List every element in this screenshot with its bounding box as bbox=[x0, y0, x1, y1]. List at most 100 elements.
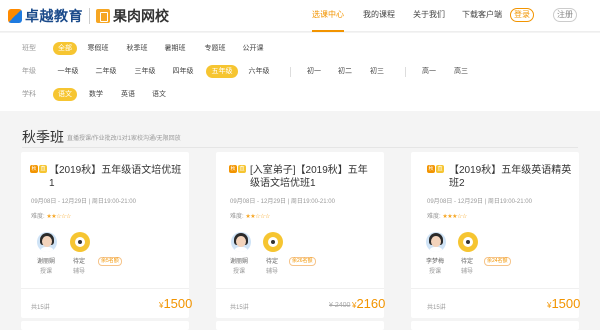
filter-label-class-type: 班型 bbox=[22, 45, 36, 52]
teacher-name: 谢丽娴 bbox=[37, 259, 56, 265]
course-title[interactable]: 【2019秋】五年级语文培优班1 bbox=[49, 164, 185, 190]
course-title[interactable]: [入室弟子]【2019秋】五年级语文培优班1 bbox=[250, 164, 376, 190]
nav-course-center[interactable]: 选课中心 bbox=[312, 0, 344, 32]
chip-grade-junior-2[interactable]: 初二 bbox=[335, 65, 355, 78]
card-divider bbox=[216, 288, 384, 289]
tag-live: 直 bbox=[39, 165, 47, 173]
tutor-name: 待定 bbox=[461, 259, 474, 265]
chip-class-public[interactable]: 公开课 bbox=[241, 42, 265, 55]
chip-grade-3[interactable]: 三年级 bbox=[133, 65, 157, 78]
card-divider bbox=[411, 288, 579, 289]
chip-grade-senior-1[interactable]: 高一 bbox=[419, 65, 439, 78]
chip-grade-1[interactable]: 一年级 bbox=[56, 65, 80, 78]
chip-grade-junior-3[interactable]: 初三 bbox=[367, 65, 387, 78]
teacher-avatar[interactable] bbox=[37, 232, 57, 252]
course-difficulty: 难度: ★★★☆☆ bbox=[427, 211, 467, 220]
course-card[interactable] bbox=[216, 321, 384, 330]
course-difficulty: 难度: ★★☆☆☆ bbox=[230, 211, 270, 220]
chip-subject-english[interactable]: 英语 bbox=[118, 88, 138, 101]
teacher-avatar[interactable] bbox=[426, 232, 446, 252]
remaining-seats-badge: 余24名额 bbox=[484, 257, 511, 266]
tutor-role: 辅导 bbox=[73, 269, 86, 275]
section-divider bbox=[22, 147, 578, 148]
logo-text-zhuoyue: 卓越教育 bbox=[25, 8, 83, 24]
tutor-avatar bbox=[263, 232, 283, 252]
chip-subject-math[interactable]: 数学 bbox=[86, 88, 106, 101]
price-value: 1500 bbox=[551, 296, 581, 311]
course-schedule: 09月08日 - 12月29日 | 周日19:00-21:00 bbox=[230, 199, 335, 205]
tag-live: 直 bbox=[238, 165, 246, 173]
nav-about-us[interactable]: 关于我们 bbox=[413, 0, 445, 32]
lesson-count: 共15讲 bbox=[427, 305, 446, 311]
price-value: 1500 bbox=[163, 296, 193, 311]
login-button[interactable]: 登录 bbox=[510, 8, 534, 22]
course-schedule: 09月08日 - 12月29日 | 周日19:00-21:00 bbox=[427, 199, 532, 205]
lesson-count: 共15讲 bbox=[31, 305, 50, 311]
zhuoyue-logo-icon bbox=[8, 9, 22, 23]
tag-live: 直 bbox=[436, 165, 444, 173]
course-difficulty: 难度: ★★☆☆☆ bbox=[31, 211, 71, 220]
chip-grade-2[interactable]: 二年级 bbox=[94, 65, 118, 78]
original-price: ¥ 2400 bbox=[329, 302, 351, 309]
course-title[interactable]: 【2019秋】五年级英语精英班2 bbox=[449, 164, 575, 190]
chip-grade-5[interactable]: 五年级 bbox=[206, 65, 238, 78]
section-subtitle: 直播授课/作业批改/1对1家校沟通/无限回放 bbox=[67, 136, 181, 142]
chip-grade-4[interactable]: 四年级 bbox=[171, 65, 195, 78]
tag-autumn: 秋 bbox=[30, 165, 38, 173]
tag-autumn: 秋 bbox=[427, 165, 435, 173]
tutor-role: 辅导 bbox=[266, 269, 279, 275]
course-card[interactable]: 秋 直 【2019秋】五年级英语精英班2 09月08日 - 12月29日 | 周… bbox=[411, 152, 580, 318]
course-card[interactable] bbox=[411, 321, 579, 330]
grade-divider bbox=[290, 67, 291, 77]
teacher-role: 授课 bbox=[40, 269, 53, 275]
remaining-seats-badge: 余26名额 bbox=[289, 257, 316, 266]
filter-row-grade: 年级 一年级 二年级 三年级 四年级 五年级 六年级 初一 初二 初三 高一 高… bbox=[0, 65, 600, 79]
tutor-name: 待定 bbox=[266, 259, 279, 265]
difficulty-stars: ★★☆☆☆ bbox=[245, 214, 270, 220]
filter-row-subject: 学科 语文 数学 英语 语文 bbox=[0, 88, 600, 102]
teacher-name: 谢丽娴 bbox=[230, 259, 249, 265]
chip-class-winter[interactable]: 寒假班 bbox=[86, 42, 110, 55]
filter-row-class-type: 班型 全部 寒假班 秋季班 暑期班 专题班 公开课 bbox=[0, 42, 600, 56]
lesson-count: 共15讲 bbox=[230, 305, 249, 311]
card-divider bbox=[21, 288, 189, 289]
filter-label-subject: 学科 bbox=[22, 91, 36, 98]
course-price: ¥1500 bbox=[547, 296, 580, 311]
chip-grade-junior-1[interactable]: 初一 bbox=[304, 65, 324, 78]
chip-class-topic[interactable]: 专题班 bbox=[203, 42, 227, 55]
course-card[interactable] bbox=[21, 321, 189, 330]
guorou-logo-icon bbox=[96, 9, 110, 23]
difficulty-label: 难度: bbox=[427, 214, 441, 220]
difficulty-label: 难度: bbox=[230, 214, 244, 220]
course-card[interactable]: 秋 直 【2019秋】五年级语文培优班1 09月08日 - 12月29日 | 周… bbox=[21, 152, 192, 318]
tutor-avatar bbox=[70, 232, 90, 252]
chip-grade-senior-3[interactable]: 高三 bbox=[451, 65, 471, 78]
tutor-role: 辅导 bbox=[461, 269, 474, 275]
grade-divider bbox=[405, 67, 406, 77]
section-title: 秋季班 bbox=[22, 129, 64, 145]
course-card[interactable]: 秋 直 [入室弟子]【2019秋】五年级语文培优班1 09月08日 - 12月2… bbox=[216, 152, 386, 318]
filter-label-grade: 年级 bbox=[22, 68, 36, 75]
top-navigation-bar: 卓越教育 果肉网校 选课中心 我的课程 关于我们 下载客户端 登录 注册 bbox=[0, 0, 600, 32]
chip-class-autumn[interactable]: 秋季班 bbox=[125, 42, 149, 55]
nav-download-client[interactable]: 下载客户端 bbox=[462, 0, 502, 32]
course-price: ¥1500 bbox=[159, 296, 192, 311]
teacher-avatar[interactable] bbox=[231, 232, 251, 252]
filter-panel: 班型 全部 寒假班 秋季班 暑期班 专题班 公开课 年级 一年级 二年级 三年级… bbox=[0, 33, 600, 111]
logo[interactable]: 卓越教育 果肉网校 bbox=[8, 6, 169, 26]
chip-subject-chinese[interactable]: 语文 bbox=[149, 88, 169, 101]
chip-class-all[interactable]: 全部 bbox=[53, 42, 77, 55]
logo-divider bbox=[89, 8, 90, 24]
tag-autumn: 秋 bbox=[229, 165, 237, 173]
chip-class-summer[interactable]: 暑期班 bbox=[163, 42, 187, 55]
logo-text-guorou: 果肉网校 bbox=[113, 8, 169, 24]
nav-my-courses[interactable]: 我的课程 bbox=[363, 0, 395, 32]
register-button[interactable]: 注册 bbox=[553, 8, 577, 22]
chip-grade-6[interactable]: 六年级 bbox=[247, 65, 271, 78]
price-value: 2160 bbox=[356, 296, 386, 311]
tutor-avatar bbox=[458, 232, 478, 252]
chip-subject-chinese-selected[interactable]: 语文 bbox=[53, 88, 77, 101]
teacher-name: 李梦梅 bbox=[426, 259, 445, 265]
teacher-role: 授课 bbox=[233, 269, 246, 275]
difficulty-label: 难度: bbox=[31, 214, 45, 220]
